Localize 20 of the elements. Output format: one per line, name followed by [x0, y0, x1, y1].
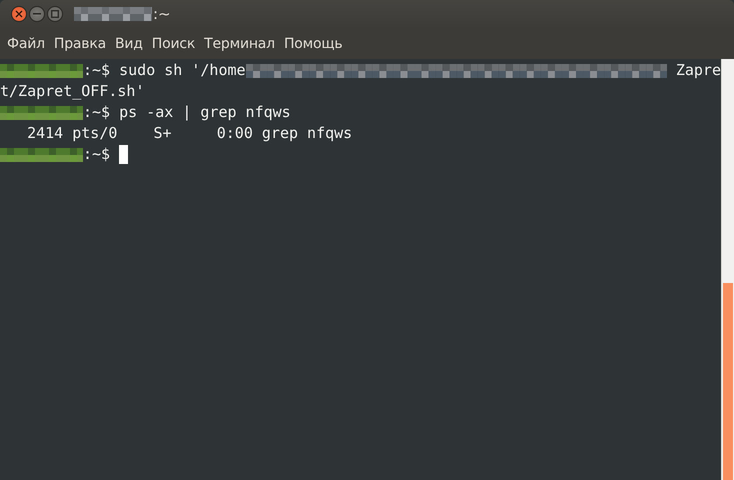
maximize-button[interactable]	[47, 6, 63, 22]
menu-item[interactable]: Вид	[114, 36, 143, 52]
terminal-text: :~$ sudo sh '/home	[83, 60, 246, 81]
minimize-button[interactable]	[29, 6, 45, 22]
scrollbar-thumb[interactable]	[723, 282, 733, 480]
terminal-text: t/Zapret_OFF.sh'	[0, 81, 144, 102]
minimize-icon	[33, 13, 41, 15]
maximize-icon	[51, 10, 59, 18]
terminal-text: Zapre	[676, 60, 721, 81]
terminal-text: 2414 pts/0 S+ 0:00 grep nfqws	[26, 123, 352, 144]
terminal-text: :~$	[83, 144, 112, 165]
window-title: :~	[153, 5, 171, 23]
terminal-text: :~$ ps -ax | grep nfqws	[83, 102, 291, 123]
menu-item[interactable]: Поиск	[152, 36, 196, 52]
menu-item[interactable]: Правка	[54, 36, 106, 52]
menu-item[interactable]: Помощь	[284, 36, 342, 52]
close-icon	[15, 10, 23, 18]
menu-item[interactable]: Терминал	[204, 36, 275, 52]
close-button[interactable]	[11, 6, 27, 22]
menu-item[interactable]: Файл	[7, 36, 45, 52]
